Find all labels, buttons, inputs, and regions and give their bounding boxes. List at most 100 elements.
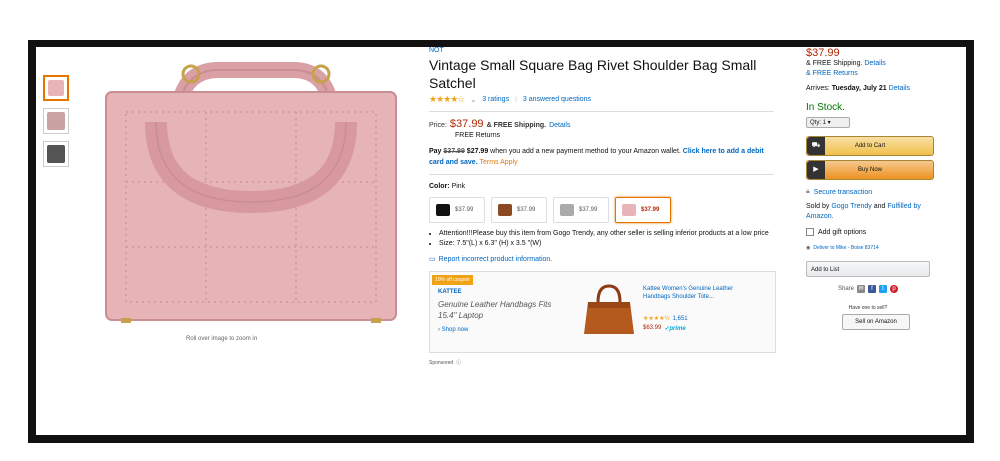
share-label: Share — [837, 286, 854, 292]
swatch-chip — [498, 204, 512, 216]
buy-box: $37.99 & FREE Shipping. Details & FREE R… — [806, 47, 946, 330]
ratings-link[interactable]: 3 ratings — [482, 96, 509, 103]
swatch-price: $37.99 — [579, 207, 598, 213]
swatch-black[interactable]: $37.99 — [429, 197, 485, 223]
star-rating-icon[interactable]: ★★★★☆ — [429, 94, 465, 105]
swatch-brown[interactable]: $37.99 — [491, 197, 547, 223]
buybox-details-link[interactable]: Details — [864, 60, 885, 67]
thumbnail-pink-bag[interactable] — [43, 75, 69, 101]
promo-text: Pay $37.99 $27.99 when you add a new pay… — [429, 146, 779, 168]
ad-headline[interactable]: Genuine Leather Handbags Fits 15.4" Lapt… — [438, 299, 563, 321]
swatch-price: $37.99 — [455, 207, 474, 213]
bullet-item: Size: 7.5"(L) x 6.3" (H) x 3.5 "(W) — [439, 239, 779, 249]
color-value: Pink — [451, 183, 466, 190]
buybox-shipping: & FREE Shipping. Details — [806, 59, 946, 69]
sold-by: Sold by Gogo Trendy and Fulfilled by Ama… — [806, 202, 946, 222]
sell-question: Have one to sell? — [848, 305, 888, 311]
chevron-down-icon[interactable]: ⌄ — [470, 96, 476, 104]
shipping-details-link[interactable]: Details — [549, 122, 570, 129]
price-row: Price: $37.99 & FREE Shipping. Details — [429, 118, 779, 130]
buy-now-label: Buy Now — [857, 167, 882, 173]
arrives-date: Tuesday, July 21 — [831, 85, 887, 92]
seller-link[interactable]: Gogo Trendy — [831, 203, 871, 210]
secure-transaction-link[interactable]: 🔒︎ Secure transaction — [806, 188, 946, 196]
thumbnail-interior[interactable] — [43, 141, 69, 167]
rating-row: ★★★★☆ ⌄ 3 ratings | 3 answered questions — [429, 94, 779, 105]
location-pin-icon: ◉ — [806, 245, 811, 251]
buybox-price: $37.99 — [806, 47, 840, 59]
free-shipping-text: & FREE Shipping. — [486, 122, 547, 129]
buy-now-button[interactable]: ▶ Buy Now — [806, 160, 934, 180]
brand-link[interactable]: NOT — [429, 47, 779, 54]
add-to-list-button[interactable]: Add to List — [806, 261, 930, 277]
add-to-cart-button[interactable]: ⛟ Add to Cart — [806, 136, 934, 156]
ad-rating: ★★★★½ 1,651 — [643, 315, 688, 323]
arrives-details-link[interactable]: Details — [889, 85, 910, 92]
sponsored-ad[interactable]: 10% off coupon KATTEE Genuine Leather Ha… — [429, 271, 776, 353]
product-image[interactable] — [96, 52, 406, 327]
shop-now-link[interactable]: › Shop now — [438, 327, 468, 333]
ad-review-count[interactable]: 1,651 — [673, 316, 688, 322]
swatch-price: $37.99 — [641, 207, 660, 213]
pinterest-icon[interactable]: p — [890, 285, 898, 293]
promo-description: when you add a new payment method to you… — [490, 148, 681, 155]
gift-checkbox[interactable] — [806, 228, 814, 236]
play-icon: ▶ — [807, 161, 825, 179]
bullet-item: Attention!!!Please buy this item from Go… — [439, 229, 779, 239]
promo-new-price: $27.99 — [466, 148, 489, 155]
product-title: Vintage Small Square Bag Rivet Shoulder … — [429, 57, 757, 91]
gift-label: Add gift options — [818, 228, 867, 236]
product-details: NOT Vintage Small Square Bag Rivet Shoul… — [429, 47, 779, 366]
add-to-cart-label: Add to Cart — [854, 143, 886, 149]
twitter-icon[interactable]: t — [879, 285, 887, 293]
gift-options[interactable]: Add gift options — [806, 228, 946, 236]
sell-on-amazon-button[interactable]: Sell on Amazon — [842, 314, 910, 330]
feature-bullets: Attention!!!Please buy this item from Go… — [429, 229, 779, 249]
separator: | — [515, 96, 517, 103]
ad-brand[interactable]: KATTEE — [438, 289, 462, 295]
swatch-gray[interactable]: $37.99 — [553, 197, 609, 223]
color-swatches: $37.99 $37.99 $37.99 $37.99 — [429, 197, 779, 223]
swatch-chip — [622, 204, 636, 216]
info-icon[interactable]: ⓘ — [456, 359, 461, 366]
report-link[interactable]: ▭ Report incorrect product information. — [429, 255, 779, 264]
swatch-chip — [436, 204, 450, 216]
comment-icon: ▭ — [429, 256, 436, 263]
email-icon[interactable]: ✉ — [857, 285, 865, 293]
ad-price-row: $63.99 ✓prime — [643, 325, 686, 332]
swatch-pink[interactable]: $37.99 — [615, 197, 671, 223]
product-page: Roll over image to zoom in NOT Vintage S… — [36, 47, 966, 435]
arrives-label: Arrives: — [806, 85, 830, 92]
questions-link[interactable]: 3 answered questions — [523, 96, 591, 103]
coupon-badge: 10% off coupon — [432, 275, 473, 285]
arrival-row: Arrives: Tuesday, July 21 Details — [806, 84, 946, 94]
sponsored-text: Sponsored — [429, 359, 454, 366]
price-label: Price: — [429, 122, 447, 129]
facebook-icon[interactable]: f — [868, 285, 876, 293]
buybox-free-shipping: & FREE Shipping. — [806, 60, 863, 67]
ad-product-title[interactable]: Kattee Women's Genuine Leather Handbags … — [643, 285, 738, 301]
price-value: $37.99 — [449, 118, 484, 130]
lock-icon: 🔒︎ — [806, 188, 810, 195]
share-row: Share ✉ f t p — [806, 285, 930, 293]
cart-icon: ⛟ — [807, 137, 825, 155]
promo-old-price: $37.99 — [443, 148, 465, 155]
ad-product-image[interactable] — [580, 280, 638, 338]
swatch-price: $37.99 — [517, 207, 536, 213]
terms-apply-link[interactable]: Terms Apply — [479, 159, 517, 166]
sold-by-prefix: Sold by — [806, 203, 830, 210]
sold-by-and: and — [873, 203, 886, 210]
swatch-chip — [560, 204, 574, 216]
color-label: Color: — [429, 183, 450, 190]
buybox-free-returns[interactable]: & FREE Returns — [806, 69, 946, 79]
report-text: Report incorrect product information. — [438, 255, 553, 263]
thumbnail-detail[interactable] — [43, 108, 69, 134]
deliver-to-link[interactable]: ◉ Deliver to Mike - Boise 83714 — [806, 245, 946, 251]
zoom-caption: Roll over image to zoom in — [186, 336, 258, 342]
quantity-select[interactable]: Qty: 1 ▾ — [806, 117, 850, 128]
divider — [429, 174, 774, 175]
thumbnail-strip — [43, 75, 73, 174]
free-returns-link[interactable]: FREE Returns — [455, 130, 779, 141]
deliver-text: Deliver to Mike - Boise 83714 — [813, 245, 879, 251]
color-row: Color: Pink — [429, 181, 779, 192]
